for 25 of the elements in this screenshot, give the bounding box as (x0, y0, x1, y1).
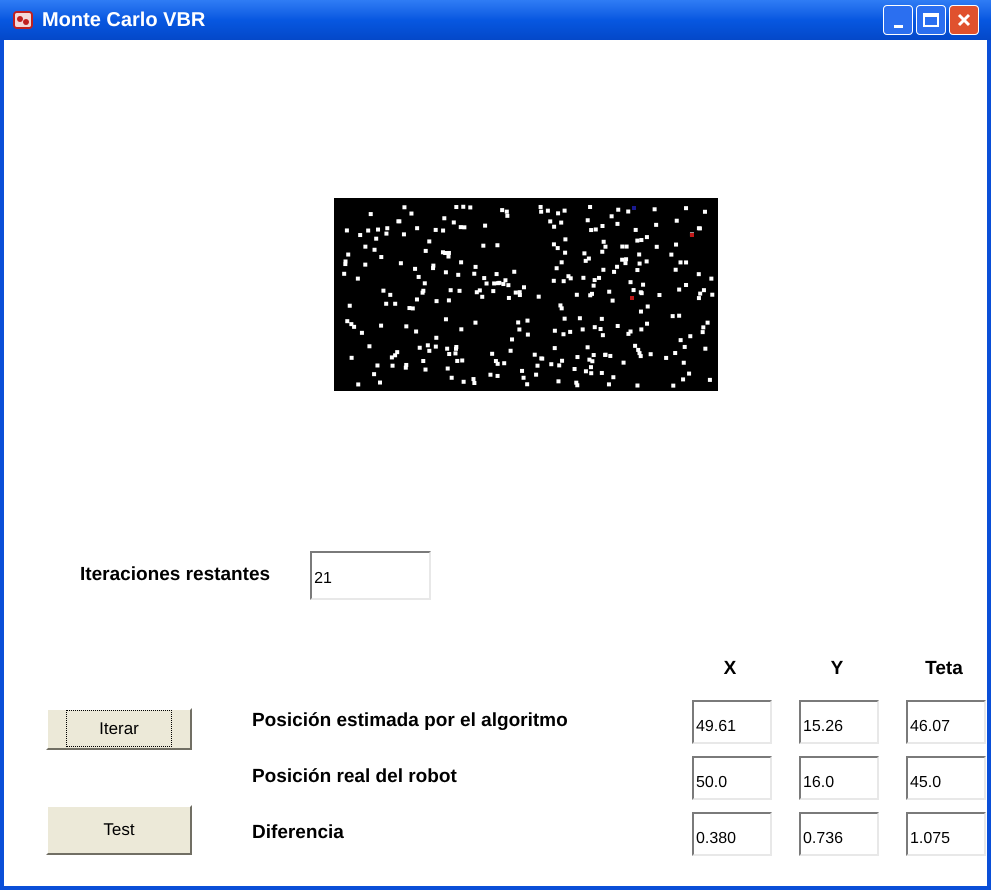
value-field[interactable]: 0.736 (799, 812, 879, 856)
row-label: Posición estimada por el algoritmo (252, 709, 569, 734)
value-field[interactable]: 49.61 (692, 700, 772, 744)
value-field[interactable]: 16.0 (799, 756, 879, 800)
action-button[interactable]: Iterar (46, 708, 192, 750)
row-label: Diferencia (252, 821, 345, 846)
column-header: Teta (925, 657, 963, 681)
value-field[interactable]: 15.26 (799, 700, 879, 744)
iterations-field[interactable]: 21 (310, 551, 432, 600)
value-field[interactable]: 0.380 (692, 812, 772, 856)
value-field[interactable]: 46.07 (906, 700, 986, 744)
column-header: X (724, 657, 736, 681)
action-button[interactable]: Test (46, 804, 192, 854)
close-icon (956, 12, 972, 28)
window-title: Monte Carlo VBR (42, 8, 206, 33)
iterations-label: Iteraciones restantes (80, 563, 270, 588)
row-label: Posición real del robot (252, 765, 458, 790)
close-button[interactable] (949, 5, 979, 35)
app-icon (12, 9, 34, 31)
maximize-button[interactable] (916, 5, 946, 35)
value-field[interactable]: 45.0 (906, 756, 986, 800)
value-field[interactable]: 1.075 (906, 812, 986, 856)
column-header: Y (830, 657, 844, 681)
minimize-button[interactable] (883, 5, 913, 35)
value-field[interactable]: 50.0 (692, 756, 772, 800)
